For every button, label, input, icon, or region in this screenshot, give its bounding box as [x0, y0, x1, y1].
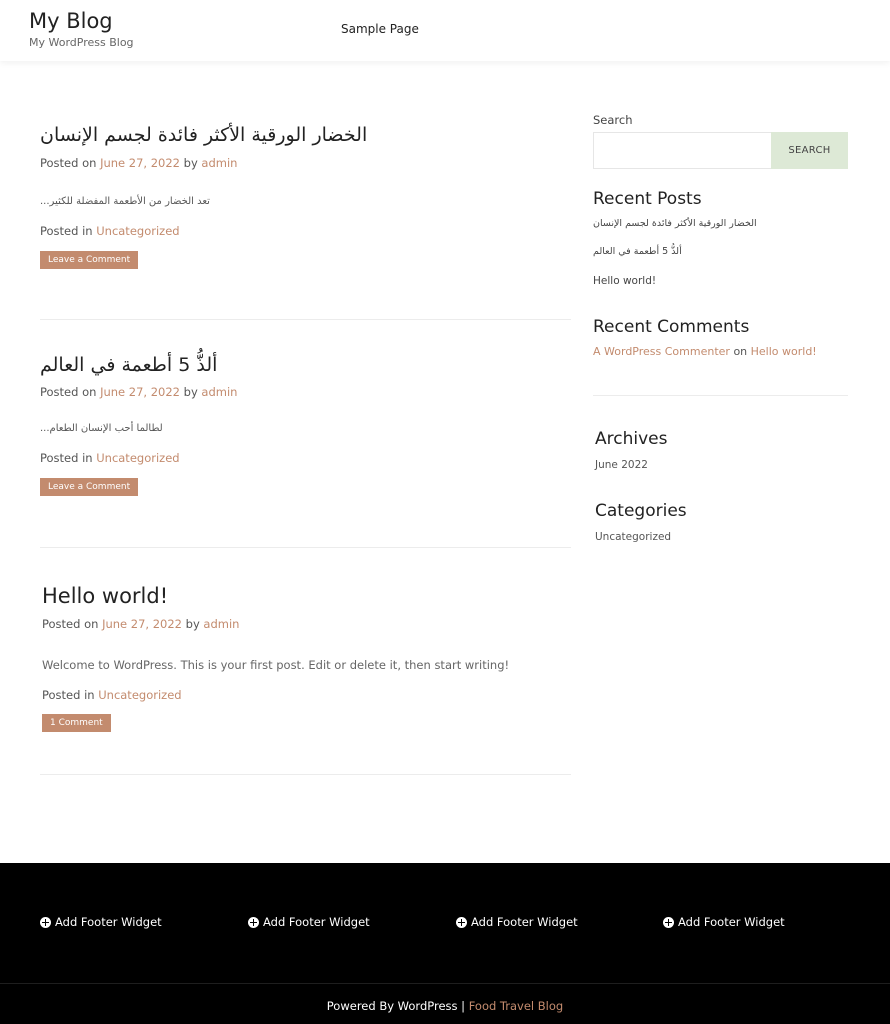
add-footer-widget-button[interactable]: Add Footer Widget	[456, 915, 578, 929]
plus-circle-icon	[663, 916, 674, 928]
add-footer-widget-label: Add Footer Widget	[55, 915, 162, 929]
post-divider	[40, 774, 571, 775]
footer-credit: Powered By WordPress | Food Travel Blog	[0, 999, 890, 1013]
post-meta: Posted on June 27, 2022 by admin	[40, 156, 572, 170]
post-categories: Posted in Uncategorized	[40, 451, 572, 465]
post: ألذُّ 5 أطعمة في العالم Posted on June 2…	[40, 354, 572, 496]
post-title[interactable]: Hello world!	[42, 584, 574, 608]
add-footer-widget-button[interactable]: Add Footer Widget	[663, 915, 785, 929]
add-footer-widget-label: Add Footer Widget	[678, 915, 785, 929]
plus-circle-icon	[40, 916, 51, 928]
site-tagline: My WordPress Blog	[29, 36, 134, 49]
category-link[interactable]: Uncategorized	[96, 451, 179, 465]
post-divider	[40, 547, 571, 548]
sidebar-divider	[593, 395, 848, 396]
post-date-link[interactable]: June 27, 2022	[100, 385, 180, 399]
recent-comment: A WordPress Commenter on Hello world!	[593, 345, 817, 358]
powered-by-text: Powered By WordPress	[326, 999, 458, 1013]
posted-in-label: Posted in	[42, 688, 95, 702]
post-categories: Posted in Uncategorized	[42, 688, 574, 702]
post-date-link[interactable]: June 27, 2022	[100, 156, 180, 170]
post-title[interactable]: ألذُّ 5 أطعمة في العالم	[40, 354, 572, 376]
posted-on-label: Posted on	[40, 385, 97, 399]
add-footer-widget-button[interactable]: Add Footer Widget	[40, 915, 162, 929]
post-excerpt: ...تعد الخضار من الأطعمة المفضلة للكثير	[40, 196, 210, 207]
category-link[interactable]: Uncategorized	[96, 224, 179, 238]
post-author-link[interactable]: admin	[201, 385, 237, 399]
leave-comment-button[interactable]: Leave a Comment	[40, 251, 139, 269]
recent-post-link[interactable]: Hello world!	[593, 275, 656, 287]
post-author-link[interactable]: admin	[203, 617, 239, 631]
recent-post-link[interactable]: الخضار الورقية الأكثر فائدة لجسم الإنسان	[593, 218, 757, 229]
posted-on-label: Posted on	[40, 156, 97, 170]
footer-bottom: Powered By WordPress | Food Travel Blog	[0, 983, 890, 1024]
post-excerpt: ...لطالما أحب الإنسان الطعام	[40, 423, 163, 434]
post-meta: Posted on June 27, 2022 by admin	[42, 617, 574, 631]
by-label: by	[183, 385, 198, 399]
post-title[interactable]: الخضار الورقية الأكثر فائدة لجسم الإنسان	[40, 124, 572, 146]
search-button[interactable]: Search	[771, 132, 848, 169]
by-label: by	[183, 156, 198, 170]
comment-author-link[interactable]: A WordPress Commenter	[593, 345, 730, 358]
plus-circle-icon	[248, 916, 259, 928]
credit-separator: |	[461, 999, 466, 1013]
post-meta: Posted on June 27, 2022 by admin	[40, 385, 572, 399]
posted-in-label: Posted in	[40, 451, 93, 465]
comment-on-label: on	[733, 345, 748, 358]
posted-in-label: Posted in	[40, 224, 93, 238]
comment-post-link[interactable]: Hello world!	[751, 345, 817, 358]
category-link[interactable]: Uncategorized	[98, 688, 181, 702]
search-label: Search	[593, 113, 633, 127]
post: الخضار الورقية الأكثر فائدة لجسم الإنسان…	[40, 124, 572, 269]
site-header: My Blog My WordPress Blog Sample Page	[0, 0, 890, 61]
posted-on-label: Posted on	[42, 617, 99, 631]
recent-posts-heading: Recent Posts	[593, 189, 702, 209]
post-author-link[interactable]: admin	[201, 156, 237, 170]
by-label: by	[185, 617, 200, 631]
post-divider	[40, 319, 571, 320]
recent-post-link[interactable]: ألذُّ 5 أطعمة في العالم	[593, 246, 682, 257]
leave-comment-button[interactable]: Leave a Comment	[40, 478, 139, 496]
site-title[interactable]: My Blog	[29, 9, 113, 33]
add-footer-widget-label: Add Footer Widget	[471, 915, 578, 929]
add-footer-widget-label: Add Footer Widget	[263, 915, 370, 929]
post-excerpt: Welcome to WordPress. This is your first…	[42, 658, 510, 672]
plus-circle-icon	[456, 916, 467, 928]
nav-item-sample-page[interactable]: Sample Page	[341, 22, 419, 36]
theme-link[interactable]: Food Travel Blog	[469, 999, 564, 1013]
post: Hello world! Posted on June 27, 2022 by …	[42, 584, 574, 732]
category-link[interactable]: Uncategorized	[595, 531, 671, 543]
footer-widgets: Add Footer Widget Add Footer Widget Add …	[0, 863, 890, 983]
search-input[interactable]	[593, 132, 772, 169]
archives-heading: Archives	[595, 429, 668, 449]
archive-link[interactable]: June 2022	[595, 459, 648, 471]
categories-heading: Categories	[595, 501, 687, 521]
recent-comments-heading: Recent Comments	[593, 317, 750, 337]
comments-button[interactable]: 1 Comment	[42, 714, 111, 732]
add-footer-widget-button[interactable]: Add Footer Widget	[248, 915, 370, 929]
post-categories: Posted in Uncategorized	[40, 224, 572, 238]
post-date-link[interactable]: June 27, 2022	[102, 617, 182, 631]
